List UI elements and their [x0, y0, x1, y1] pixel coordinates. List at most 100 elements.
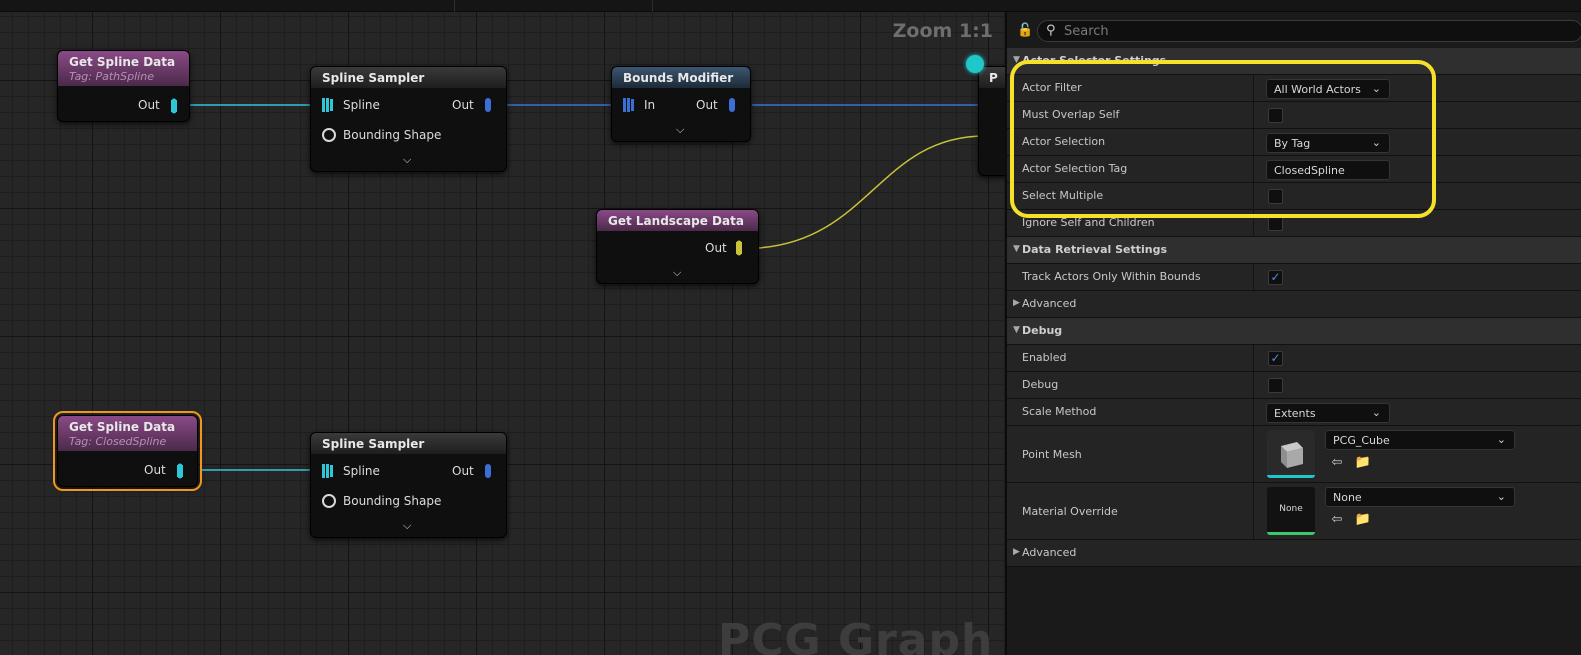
cube-icon: [1267, 430, 1315, 478]
column-divider: [1253, 399, 1254, 425]
section-advanced-1[interactable]: ▶ Advanced: [1007, 291, 1581, 318]
chevron-down-icon: ⌄: [1371, 82, 1381, 95]
property-label: Actor Filter: [1022, 81, 1082, 94]
node-spline-sampler-2[interactable]: Spline Sampler Spline Out Bounding Shape…: [310, 432, 507, 538]
dropdown-value: None: [1333, 491, 1362, 504]
node-title: Spline Sampler: [322, 71, 425, 85]
material-override-thumbnail[interactable]: None: [1267, 487, 1315, 535]
search-box[interactable]: ⚲: [1037, 20, 1581, 42]
spline-in-pin-icon[interactable]: [321, 463, 333, 479]
use-selected-asset-icon[interactable]: ⇦: [1328, 512, 1346, 530]
section-debug[interactable]: ▼ Debug: [1007, 318, 1581, 345]
column-divider: [1253, 483, 1254, 539]
scale-method-dropdown[interactable]: Extents ⌄: [1266, 403, 1390, 423]
bounding-shape-pin-icon[interactable]: [321, 127, 337, 143]
lock-icon[interactable]: 🔓: [1017, 23, 1033, 38]
browse-asset-icon[interactable]: 📁: [1354, 455, 1372, 473]
spline-out-pin-icon[interactable]: [174, 463, 186, 479]
row-select-multiple: Select Multiple: [1007, 183, 1581, 210]
section-advanced-2[interactable]: ▶ Advanced: [1007, 540, 1581, 567]
material-override-dropdown[interactable]: None ⌄: [1325, 487, 1515, 507]
out-pin-label: Out: [138, 98, 160, 112]
node-header: Bounds Modifier: [612, 67, 750, 88]
bounding-shape-pin-label: Bounding Shape: [343, 494, 442, 508]
track-actors-checkbox[interactable]: ✓: [1268, 270, 1283, 285]
out-pin-label: Out: [144, 463, 166, 477]
ignore-self-checkbox[interactable]: [1268, 216, 1283, 231]
chevron-down-icon[interactable]: ⌵: [676, 123, 684, 137]
row-must-overlap-self: Must Overlap Self: [1007, 102, 1581, 129]
node-header: Get Spline Data Tag: PathSpline: [58, 51, 189, 86]
actor-selection-dropdown[interactable]: By Tag ⌄: [1266, 133, 1390, 153]
column-divider: [1253, 75, 1254, 101]
tab-separator: [454, 0, 455, 12]
node-partial-right[interactable]: P: [978, 66, 1005, 176]
spline-pin-label: Spline: [343, 464, 380, 478]
point-out-pin-icon[interactable]: [482, 463, 494, 479]
dropdown-value: All World Actors: [1274, 83, 1361, 96]
node-header: Get Spline Data Tag: ClosedSpline: [58, 416, 197, 451]
row-ignore-self: Ignore Self and Children: [1007, 210, 1581, 237]
node-get-landscape-data[interactable]: Get Landscape Data Out ⌵: [596, 209, 759, 284]
chevron-down-icon: ⌄: [1371, 406, 1381, 419]
chevron-down-icon[interactable]: ⌵: [403, 519, 411, 533]
must-overlap-self-checkbox[interactable]: [1268, 108, 1283, 123]
debug-checkbox[interactable]: [1268, 378, 1283, 393]
section-label: Advanced: [1022, 297, 1077, 310]
zoom-label: Zoom 1:1: [892, 20, 993, 42]
dropdown-value: Extents: [1274, 407, 1316, 420]
point-mesh-dropdown[interactable]: PCG_Cube ⌄: [1325, 430, 1515, 450]
actor-filter-dropdown[interactable]: All World Actors ⌄: [1266, 79, 1390, 99]
column-divider: [1253, 183, 1254, 209]
node-get-spline-data-closed[interactable]: Get Spline Data Tag: ClosedSpline Out: [53, 411, 202, 491]
graph-output-dot[interactable]: [966, 55, 984, 73]
node-spline-sampler-1[interactable]: Spline Sampler Spline Out Bounding Shape…: [310, 66, 507, 172]
property-label: Select Multiple: [1022, 189, 1104, 202]
node-header: P: [979, 67, 1005, 88]
enabled-checkbox[interactable]: ✓: [1268, 351, 1283, 366]
dropdown-value: PCG_Cube: [1333, 434, 1390, 447]
expand-triangle-icon: ▼: [1013, 55, 1020, 65]
section-label: Advanced: [1022, 546, 1077, 559]
chevron-down-icon: ⌄: [1496, 433, 1506, 446]
graph-canvas[interactable]: Zoom 1:1 PCG Graph Get Spline Data Tag: …: [0, 0, 1005, 655]
node-title: Get Spline Data: [69, 55, 176, 69]
select-multiple-checkbox[interactable]: [1268, 189, 1283, 204]
row-actor-selection: Actor Selection By Tag ⌄: [1007, 129, 1581, 156]
bounding-shape-pin-label: Bounding Shape: [343, 128, 442, 142]
row-material-override: Material Override None None ⌄ ⇦ 📁: [1007, 483, 1581, 540]
column-divider: [1253, 210, 1254, 236]
bounding-shape-pin-icon[interactable]: [321, 493, 337, 509]
spline-in-pin-icon[interactable]: [321, 97, 333, 113]
node-title: Spline Sampler: [322, 437, 425, 451]
use-selected-asset-icon[interactable]: ⇦: [1328, 455, 1346, 473]
chevron-down-icon[interactable]: ⌵: [673, 266, 681, 280]
row-scale-method: Scale Method Extents ⌄: [1007, 399, 1581, 426]
node-get-spline-data-path[interactable]: Get Spline Data Tag: PathSpline Out: [57, 50, 190, 122]
asset-type-bar: [1267, 475, 1315, 478]
point-out-pin-icon[interactable]: [726, 97, 738, 113]
row-track-actors: Track Actors Only Within Bounds ✓: [1007, 264, 1581, 291]
point-out-pin-icon[interactable]: [482, 97, 494, 113]
node-bounds-modifier[interactable]: Bounds Modifier In Out ⌵: [611, 66, 751, 142]
browse-asset-icon[interactable]: 📁: [1354, 512, 1372, 530]
spline-out-pin-icon[interactable]: [168, 98, 180, 114]
point-in-pin-icon[interactable]: [622, 97, 634, 113]
section-data-retrieval-settings[interactable]: ▼ Data Retrieval Settings: [1007, 237, 1581, 264]
property-label: Material Override: [1022, 505, 1118, 518]
node-header: Spline Sampler: [311, 433, 506, 454]
section-actor-selector-settings[interactable]: ▼ Actor Selector Settings: [1007, 48, 1581, 75]
actor-selection-tag-field[interactable]: ClosedSpline: [1266, 160, 1390, 180]
chevron-down-icon[interactable]: ⌵: [403, 153, 411, 167]
point-mesh-thumbnail[interactable]: [1267, 430, 1315, 478]
property-label: Scale Method: [1022, 405, 1097, 418]
property-label: Must Overlap Self: [1022, 108, 1120, 121]
landscape-out-pin-icon[interactable]: [733, 240, 745, 256]
property-label: Point Mesh: [1022, 448, 1082, 461]
details-panel: 🔓 ⚲ ▼ Actor Selector Settings Actor Filt…: [1005, 12, 1581, 655]
section-label: Debug: [1022, 324, 1063, 337]
chevron-down-icon: ⌄: [1496, 490, 1506, 503]
out-pin-label: Out: [705, 241, 727, 255]
search-input[interactable]: [1064, 23, 1564, 39]
tab-separator: [652, 0, 653, 12]
